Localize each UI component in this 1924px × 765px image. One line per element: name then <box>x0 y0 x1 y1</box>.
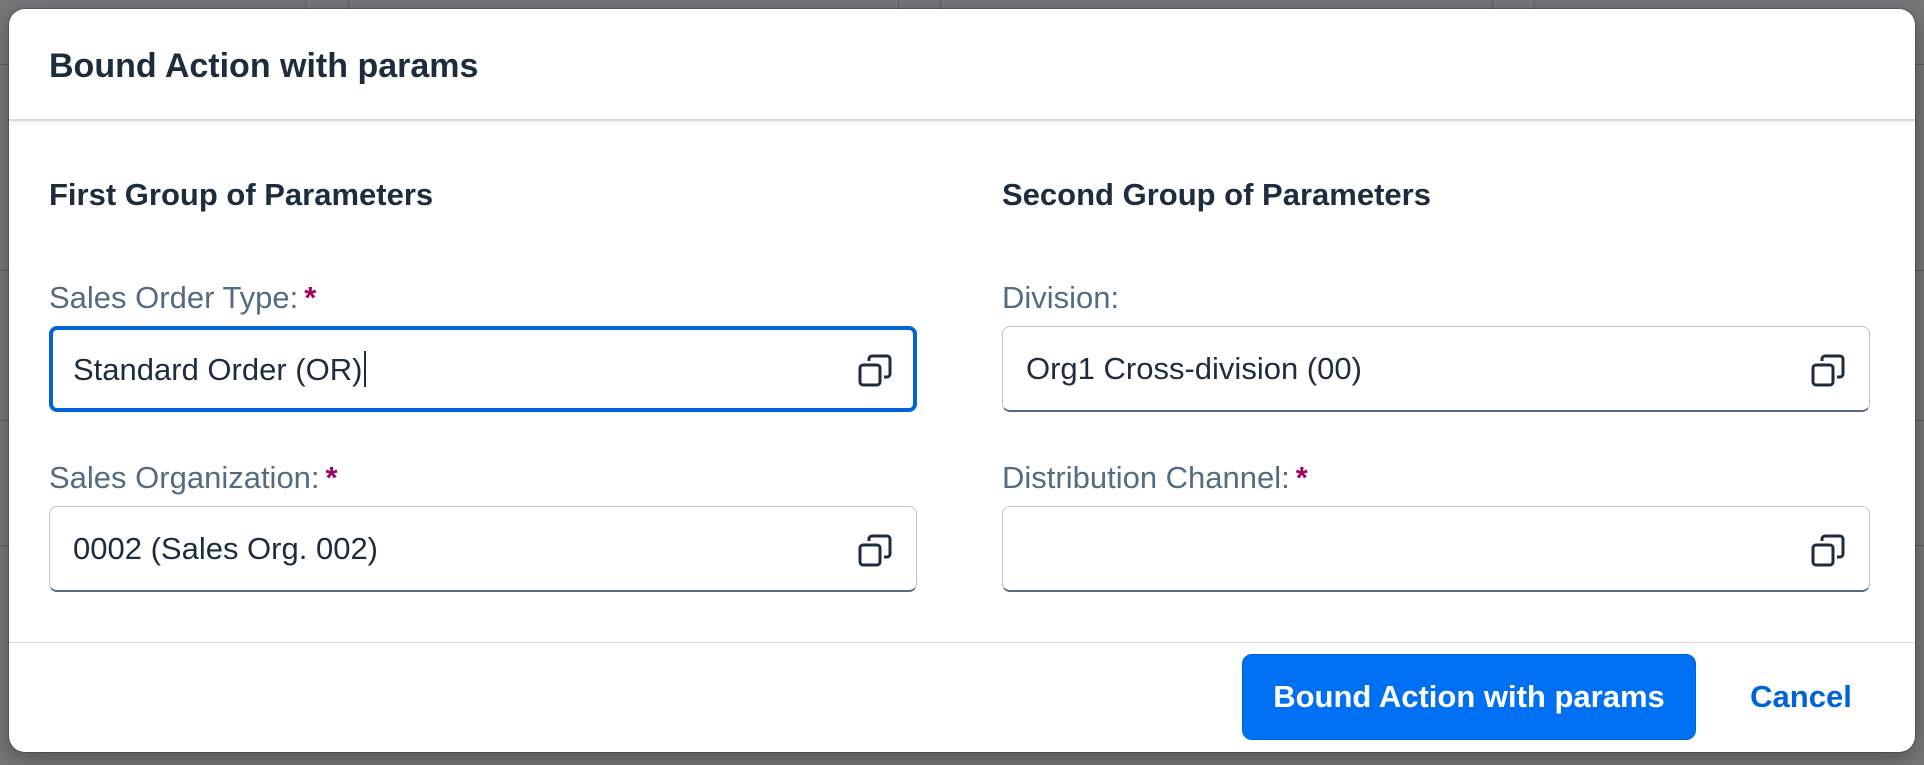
sales-organization-label: Sales Organization: * <box>49 460 338 496</box>
action-parameter-dialog: Bound Action with params First Group of … <box>9 9 1915 752</box>
sales-organization-input[interactable]: 0002 (Sales Org. 002) <box>49 506 917 592</box>
sales-order-type-label: Sales Order Type: * <box>49 280 316 316</box>
bound-action-confirm-button[interactable]: Bound Action with params <box>1242 654 1696 740</box>
distribution-channel-label: Distribution Channel: * <box>1002 460 1308 496</box>
distribution-channel-input[interactable] <box>1002 506 1870 592</box>
value-help-icon[interactable] <box>858 534 892 568</box>
distribution-channel-label-text: Distribution Channel: <box>1002 460 1290 495</box>
required-marker: * <box>304 280 317 315</box>
dialog-title: Bound Action with params <box>49 47 479 85</box>
first-group-title: First Group of Parameters <box>49 177 434 212</box>
value-help-icon[interactable] <box>1811 354 1845 388</box>
dialog-footer: Bound Action with params Cancel <box>9 642 1915 752</box>
required-marker: * <box>1295 460 1308 495</box>
value-help-icon[interactable] <box>1811 534 1845 568</box>
sales-order-type-input[interactable]: Standard Order (OR) <box>49 326 917 412</box>
bound-action-confirm-label: Bound Action with params <box>1273 679 1665 714</box>
second-group-title: Second Group of Parameters <box>1002 177 1431 212</box>
division-label-text: Division: <box>1002 280 1120 315</box>
sales-organization-label-text: Sales Organization: <box>49 460 320 495</box>
value-help-icon[interactable] <box>858 354 892 388</box>
sales-order-type-label-text: Sales Order Type: <box>49 280 299 315</box>
division-label: Division: <box>1002 280 1119 316</box>
cancel-label: Cancel <box>1750 679 1852 714</box>
sales-organization-value[interactable]: 0002 (Sales Org. 002) <box>73 531 378 567</box>
text-caret <box>364 351 367 387</box>
sales-order-type-value-text: Standard Order (OR) <box>73 352 363 387</box>
division-input[interactable]: Org1 Cross-division (00) <box>1002 326 1870 412</box>
cancel-button[interactable]: Cancel <box>1712 654 1890 740</box>
division-value[interactable]: Org1 Cross-division (00) <box>1026 351 1362 387</box>
required-marker: * <box>325 460 338 495</box>
dialog-header: Bound Action with params <box>9 9 1915 121</box>
sales-order-type-value[interactable]: Standard Order (OR) <box>73 351 367 388</box>
